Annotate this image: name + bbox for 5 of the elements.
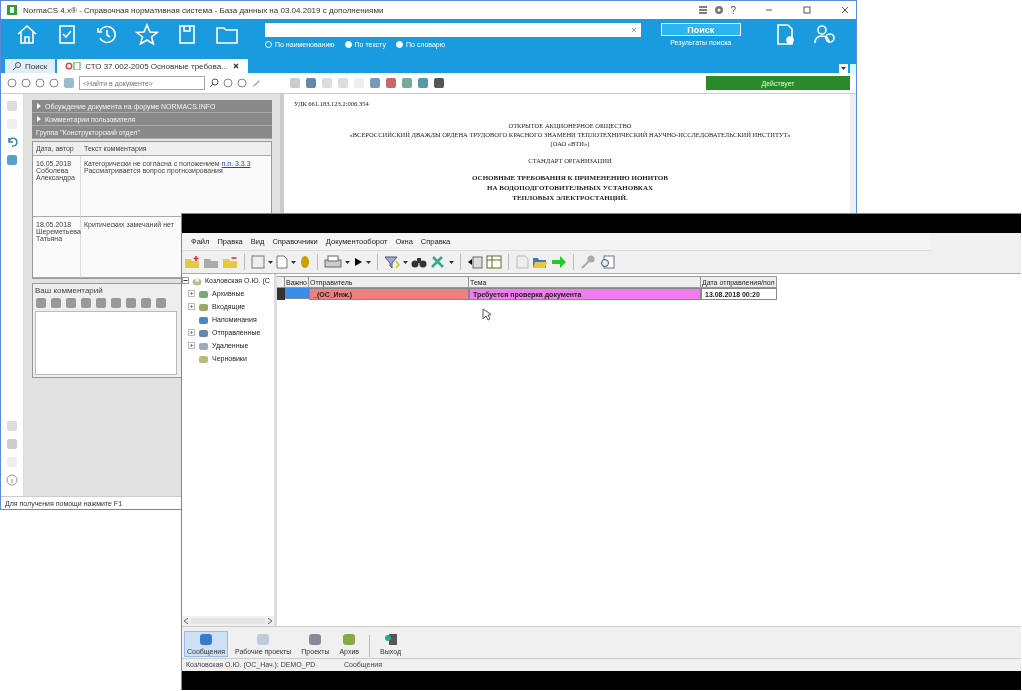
help-button[interactable]: ? <box>730 4 736 16</box>
window-title: NormaCS 4.x® - Справочная нормативная система - База данных на 03.04.2019 с дополнениями <box>23 5 384 15</box>
comment-label: Ваш комментарий <box>35 286 103 295</box>
document-tab[interactable]: СТО 37.002-2005 Основные требова... <box>57 59 248 73</box>
document-tab[interactable]: Поиск <box>5 59 56 73</box>
